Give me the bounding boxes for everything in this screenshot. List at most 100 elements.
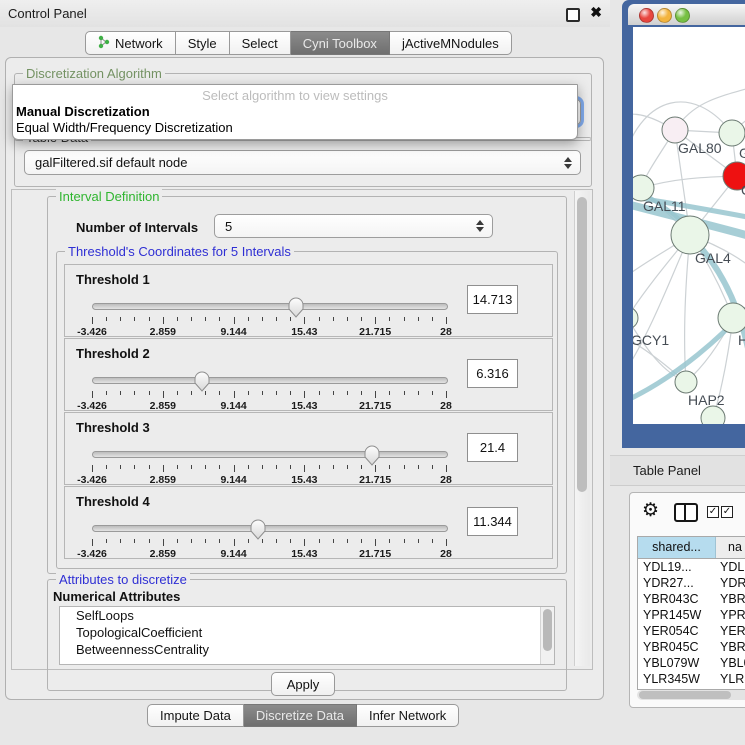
- threshold-label: Threshold 1: [76, 272, 150, 287]
- checkbox-icon[interactable]: ✓: [707, 506, 719, 518]
- table-cell[interactable]: YBR043C: [638, 591, 715, 607]
- network-node[interactable]: [719, 120, 745, 146]
- tab-label: Style: [188, 36, 217, 51]
- list-item[interactable]: SelfLoops: [60, 607, 554, 624]
- table-cell[interactable]: YLR3: [715, 671, 745, 687]
- threshold-slider[interactable]: -3.4262.8599.14415.4321.71528: [92, 447, 448, 481]
- bottom-tab-impute-data[interactable]: Impute Data: [147, 704, 244, 727]
- attributes-list[interactable]: SelfLoopsTopologicalCoefficientBetweenne…: [59, 606, 555, 665]
- tick-mark: [446, 391, 447, 398]
- table-cell[interactable]: YPR1: [715, 607, 745, 623]
- scrollbar-thumb[interactable]: [577, 197, 587, 492]
- network-window-titlebar[interactable]: [628, 4, 745, 25]
- table-cell[interactable]: YBL0: [715, 655, 745, 671]
- slider-track[interactable]: [92, 451, 448, 458]
- table-cell[interactable]: YDL19...: [638, 559, 715, 575]
- list-item[interactable]: TopologicalCoefficient: [60, 624, 554, 641]
- slider-thumb[interactable]: [287, 296, 305, 318]
- tick-label: 28: [414, 326, 478, 338]
- threshold-slider[interactable]: -3.4262.8599.14415.4321.71528: [92, 299, 448, 333]
- table-cell[interactable]: YLR345W: [638, 671, 715, 687]
- slider-thumb[interactable]: [249, 518, 267, 540]
- tick-mark: [432, 539, 433, 543]
- slider-ticks: [92, 539, 446, 547]
- network-node[interactable]: [633, 307, 638, 329]
- table-row[interactable]: YBR045CYBR0: [638, 639, 745, 655]
- threshold-slider[interactable]: -3.4262.8599.14415.4321.71528: [92, 521, 448, 555]
- panel-title: Control Panel: [8, 6, 87, 21]
- tab-select[interactable]: Select: [230, 31, 291, 55]
- number-of-intervals-combobox[interactable]: 5: [214, 214, 493, 238]
- table-row[interactable]: YDR27...YDR2: [638, 575, 745, 591]
- table-row[interactable]: YLR345WYLR3: [638, 671, 745, 687]
- float-window-icon[interactable]: [566, 8, 580, 22]
- slider-track[interactable]: [92, 303, 448, 310]
- table-row[interactable]: YPR145WYPR1: [638, 607, 745, 623]
- column-header-name[interactable]: na: [716, 537, 745, 558]
- tick-label: -3.426: [60, 400, 124, 412]
- slider-thumb[interactable]: [193, 370, 211, 392]
- threshold-slider[interactable]: -3.4262.8599.14415.4321.71528: [92, 373, 448, 407]
- network-node[interactable]: [675, 371, 697, 393]
- tick-mark: [134, 317, 135, 321]
- threshold-value-field[interactable]: 6.316: [467, 359, 518, 388]
- table-row[interactable]: YBL079WYBL0: [638, 655, 745, 671]
- split-view-icon[interactable]: [674, 503, 698, 522]
- tick-mark: [290, 391, 291, 395]
- network-node[interactable]: [701, 406, 725, 424]
- horizontal-scrollbar[interactable]: [637, 690, 745, 700]
- slider-ticks: [92, 391, 446, 399]
- slider-thumb[interactable]: [363, 444, 381, 466]
- table-cell[interactable]: YBR045C: [638, 639, 715, 655]
- apply-button[interactable]: Apply: [271, 672, 335, 696]
- tab-jactivemnodules[interactable]: jActiveMNodules: [390, 31, 512, 55]
- tab-cyni-toolbox[interactable]: Cyni Toolbox: [291, 31, 390, 55]
- bottom-tab-infer-network[interactable]: Infer Network: [357, 704, 459, 727]
- table-cell[interactable]: YBR0: [715, 591, 745, 607]
- table-cell[interactable]: YER0: [715, 623, 745, 639]
- popup-option-equal-width[interactable]: Equal Width/Frequency Discretization: [16, 120, 233, 135]
- scrollbar-thumb[interactable]: [543, 609, 552, 651]
- list-item[interactable]: BetweennessCentrality: [60, 641, 554, 658]
- list-scrollbar[interactable]: [540, 607, 554, 664]
- table-row[interactable]: YBR043CYBR0: [638, 591, 745, 607]
- checkbox-icon[interactable]: ✓: [721, 506, 733, 518]
- node-label: HAP2: [688, 392, 725, 408]
- network-edge[interactable]: [641, 176, 737, 188]
- table-row[interactable]: YER054CYER0: [638, 623, 745, 639]
- threshold-value-field[interactable]: 14.713: [467, 285, 518, 314]
- table-cell[interactable]: YDL1: [715, 559, 745, 575]
- traffic-light-minimize-icon[interactable]: [657, 8, 672, 23]
- table-cell[interactable]: YPR145W: [638, 607, 715, 623]
- threshold-value-field[interactable]: 11.344: [467, 507, 518, 536]
- tab-network[interactable]: Network: [85, 31, 176, 55]
- popup-option-manual[interactable]: Manual Discretization: [16, 104, 150, 119]
- threshold-value-field[interactable]: 21.4: [467, 433, 518, 462]
- threshold-box: Threshold 2 -3.4262.8599.14415.4321.7152…: [64, 338, 553, 411]
- column-header-shared-name[interactable]: shared...: [638, 537, 716, 558]
- network-edge[interactable]: [633, 235, 690, 372]
- table-cell[interactable]: YDR2: [715, 575, 745, 591]
- table-cell[interactable]: YBR0: [715, 639, 745, 655]
- network-canvas[interactable]: GAL80GACGAL11GAL4GCY1HHAP2: [633, 27, 745, 424]
- tick-mark: [120, 539, 121, 543]
- bottom-tab-discretize-data[interactable]: Discretize Data: [244, 704, 357, 727]
- vertical-scrollbar[interactable]: [574, 191, 590, 666]
- table-cell[interactable]: YDR27...: [638, 575, 715, 591]
- table-cell[interactable]: YER054C: [638, 623, 715, 639]
- scrollbar-thumb[interactable]: [639, 691, 731, 699]
- tick-mark: [248, 391, 249, 395]
- traffic-light-close-icon[interactable]: [639, 8, 654, 23]
- slider-track[interactable]: [92, 377, 448, 384]
- table-header-row: shared... na: [637, 536, 745, 558]
- table-row[interactable]: YDL19...YDL1: [638, 559, 745, 575]
- table-cell[interactable]: YBL079W: [638, 655, 715, 671]
- slider-track[interactable]: [92, 525, 448, 532]
- network-node[interactable]: [671, 216, 709, 254]
- table-data-combobox[interactable]: galFiltered.sif default node: [24, 150, 581, 175]
- network-node[interactable]: [718, 303, 745, 333]
- close-icon[interactable]: ✖: [590, 4, 602, 21]
- gear-icon[interactable]: ⚙: [642, 499, 659, 522]
- traffic-light-zoom-icon[interactable]: [675, 8, 690, 23]
- tab-style[interactable]: Style: [176, 31, 230, 55]
